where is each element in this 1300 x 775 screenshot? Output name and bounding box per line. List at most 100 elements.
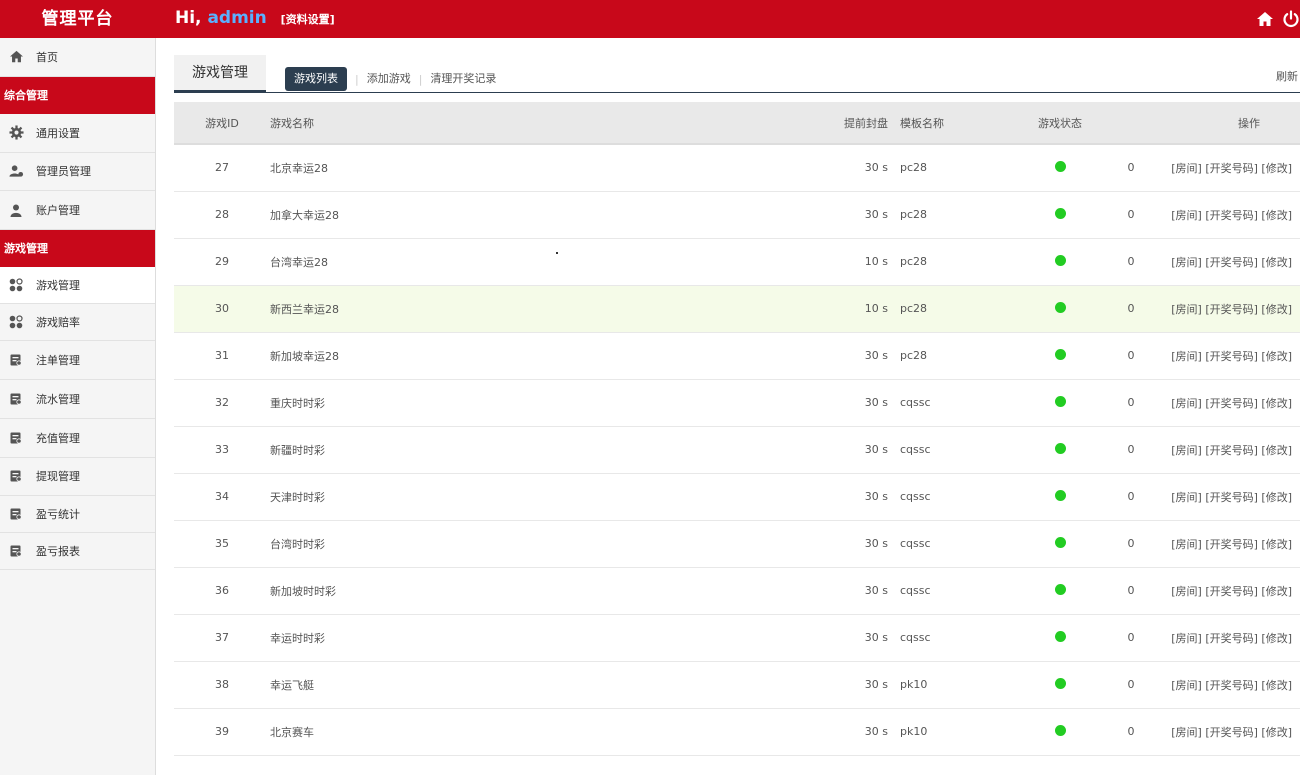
room-link[interactable]: [房间] <box>1171 632 1202 645</box>
draw-numbers-link[interactable]: [开奖号码] <box>1205 632 1258 645</box>
table-row[interactable]: 33 新疆时时彩 30 s cqssc 0 [房间] [开奖号码] [修改] <box>174 426 1300 473</box>
table-row[interactable]: 34 天津时时彩 30 s cqssc 0 [房间] [开奖号码] [修改] <box>174 473 1300 520</box>
draw-numbers-link[interactable]: [开奖号码] <box>1205 303 1258 316</box>
sidebar-item-flow-management[interactable]: 流水管理 <box>0 379 155 419</box>
col-actions: 操作 <box>1162 102 1300 145</box>
room-link[interactable]: [房间] <box>1171 256 1202 269</box>
table-row[interactable]: 31 新加坡幸运28 30 s pc28 0 [房间] [开奖号码] [修改] <box>174 332 1300 379</box>
refresh-button[interactable]: 刷新 <box>1276 68 1298 84</box>
template-name: cqssc <box>900 490 931 503</box>
table-row[interactable]: 29 台湾幸运28 10 s pc28 0 [房间] [开奖号码] [修改] <box>174 238 1300 285</box>
page-title-tab[interactable]: 游戏管理 <box>174 55 266 92</box>
game-table: 游戏ID 游戏名称 提前封盘 模板名称 游戏状态 操作 27 北京幸运28 30… <box>174 102 1300 756</box>
sidebar-item-profit-report[interactable]: 盈亏报表 <box>0 533 155 571</box>
sidebar-item-account-management[interactable]: 账户管理 <box>0 191 155 231</box>
room-link[interactable]: [房间] <box>1171 162 1202 175</box>
power-icon[interactable] <box>1282 10 1300 28</box>
room-link[interactable]: [房间] <box>1171 444 1202 457</box>
edit-link[interactable]: [修改] <box>1261 256 1292 269</box>
edit-link[interactable]: [修改] <box>1261 444 1292 457</box>
home-icon[interactable] <box>1256 11 1274 27</box>
table-row[interactable]: 28 加拿大幸运28 30 s pc28 0 [房间] [开奖号码] [修改] <box>174 191 1300 238</box>
table-row[interactable]: 32 重庆时时彩 30 s cqssc 0 [房间] [开奖号码] [修改] <box>174 379 1300 426</box>
sidebar-item-general-settings[interactable]: 通用设置 <box>0 113 155 153</box>
room-link[interactable]: [房间] <box>1171 585 1202 598</box>
room-link[interactable]: [房间] <box>1171 726 1202 739</box>
table-row[interactable]: 35 台湾时时彩 30 s cqssc 0 [房间] [开奖号码] [修改] <box>174 520 1300 567</box>
table-row[interactable]: 37 幸运时时彩 30 s cqssc 0 [房间] [开奖号码] [修改] <box>174 614 1300 661</box>
game-name: 北京幸运28 <box>270 161 328 175</box>
edit-link[interactable]: [修改] <box>1261 491 1292 504</box>
room-link[interactable]: [房间] <box>1171 209 1202 222</box>
status-cell <box>1020 614 1100 661</box>
draw-numbers-link[interactable]: [开奖号码] <box>1205 209 1258 222</box>
edit-link[interactable]: [修改] <box>1261 726 1292 739</box>
sidebar-item-withdraw-management[interactable]: 提现管理 <box>0 457 155 497</box>
edit-link[interactable]: [修改] <box>1261 162 1292 175</box>
sidebar-item-game-management[interactable]: 游戏管理 <box>0 267 155 305</box>
brand-title: 管理平台 <box>41 9 114 29</box>
doc-icon <box>1 470 31 483</box>
room-link[interactable]: [房间] <box>1171 350 1202 363</box>
room-link[interactable]: [房间] <box>1171 679 1202 692</box>
draw-numbers-link[interactable]: [开奖号码] <box>1205 585 1258 598</box>
table-row[interactable]: 30 新西兰幸运28 10 s pc28 0 [房间] [开奖号码] [修改] <box>174 285 1300 332</box>
game-id: 27 <box>215 161 229 175</box>
draw-numbers-link[interactable]: [开奖号码] <box>1205 679 1258 692</box>
tab-add-game[interactable]: 添加游戏 <box>359 67 419 91</box>
draw-numbers-link[interactable]: [开奖号码] <box>1205 491 1258 504</box>
table-row[interactable]: 39 北京赛车 30 s pk10 0 [房间] [开奖号码] [修改] <box>174 708 1300 755</box>
status-indicator <box>1054 254 1066 266</box>
edit-link[interactable]: [修改] <box>1261 538 1292 551</box>
room-link[interactable]: [房间] <box>1171 303 1202 316</box>
sidebar-item-profit-stats[interactable]: 盈亏统计 <box>0 496 155 534</box>
edit-link[interactable]: [修改] <box>1261 632 1292 645</box>
game-id: 33 <box>215 443 229 456</box>
sidebar-item-recharge-management[interactable]: 充值管理 <box>0 418 155 458</box>
early-seal: 30 s <box>864 584 888 597</box>
edit-link[interactable]: [修改] <box>1261 397 1292 410</box>
sidebar-item-admin-management[interactable]: 管理员管理 <box>0 152 155 192</box>
count: 0 <box>1127 396 1135 409</box>
tab-game-list[interactable]: 游戏列表 <box>285 67 347 91</box>
draw-numbers-link[interactable]: [开奖号码] <box>1205 444 1258 457</box>
template-name: cqssc <box>900 631 931 644</box>
early-seal: 10 s <box>864 255 888 268</box>
edit-link[interactable]: [修改] <box>1261 585 1292 598</box>
table-row[interactable]: 27 北京幸运28 30 s pc28 0 [房间] [开奖号码] [修改] <box>174 144 1300 191</box>
edit-link[interactable]: [修改] <box>1261 303 1292 316</box>
draw-numbers-link[interactable]: [开奖号码] <box>1205 256 1258 269</box>
template-name: cqssc <box>900 537 931 550</box>
table-row[interactable]: 38 幸运飞艇 30 s pk10 0 [房间] [开奖号码] [修改] <box>174 661 1300 708</box>
edit-link[interactable]: [修改] <box>1261 679 1292 692</box>
draw-numbers-link[interactable]: [开奖号码] <box>1205 397 1258 410</box>
game-id: 39 <box>215 725 229 738</box>
template-name: pk10 <box>900 725 928 738</box>
draw-numbers-link[interactable]: [开奖号码] <box>1205 538 1258 551</box>
sidebar-item-home[interactable]: 首页 <box>0 38 155 77</box>
username-link[interactable]: admin <box>207 8 266 28</box>
room-link[interactable]: [房间] <box>1171 538 1202 551</box>
sidebar-item-label: 首页 <box>36 50 58 64</box>
draw-numbers-link[interactable]: [开奖号码] <box>1205 726 1258 739</box>
sub-tabs: 游戏列表 | 添加游戏 | 清理开奖记录 <box>285 67 504 91</box>
count: 0 <box>1127 349 1135 362</box>
doc-icon <box>1 354 31 366</box>
game-id: 37 <box>215 631 229 644</box>
table-row[interactable]: 36 新加坡时时彩 30 s cqssc 0 [房间] [开奖号码] [修改] <box>174 567 1300 614</box>
draw-numbers-link[interactable]: [开奖号码] <box>1205 162 1258 175</box>
profile-settings-link[interactable]: [资料设置] <box>281 13 335 26</box>
status-indicator <box>1054 489 1066 501</box>
status-indicator <box>1054 442 1066 454</box>
tab-clear-draw-records[interactable]: 清理开奖记录 <box>422 67 504 91</box>
actions-cell: [房间] [开奖号码] [修改] <box>1162 191 1300 238</box>
game-name: 台湾幸运28 <box>270 255 328 269</box>
room-link[interactable]: [房间] <box>1171 397 1202 410</box>
sidebar-item-game-odds[interactable]: 游戏赔率 <box>0 304 155 342</box>
draw-numbers-link[interactable]: [开奖号码] <box>1205 350 1258 363</box>
status-cell <box>1020 285 1100 332</box>
room-link[interactable]: [房间] <box>1171 491 1202 504</box>
edit-link[interactable]: [修改] <box>1261 209 1292 222</box>
edit-link[interactable]: [修改] <box>1261 350 1292 363</box>
sidebar-item-bet-management[interactable]: 注单管理 <box>0 341 155 380</box>
